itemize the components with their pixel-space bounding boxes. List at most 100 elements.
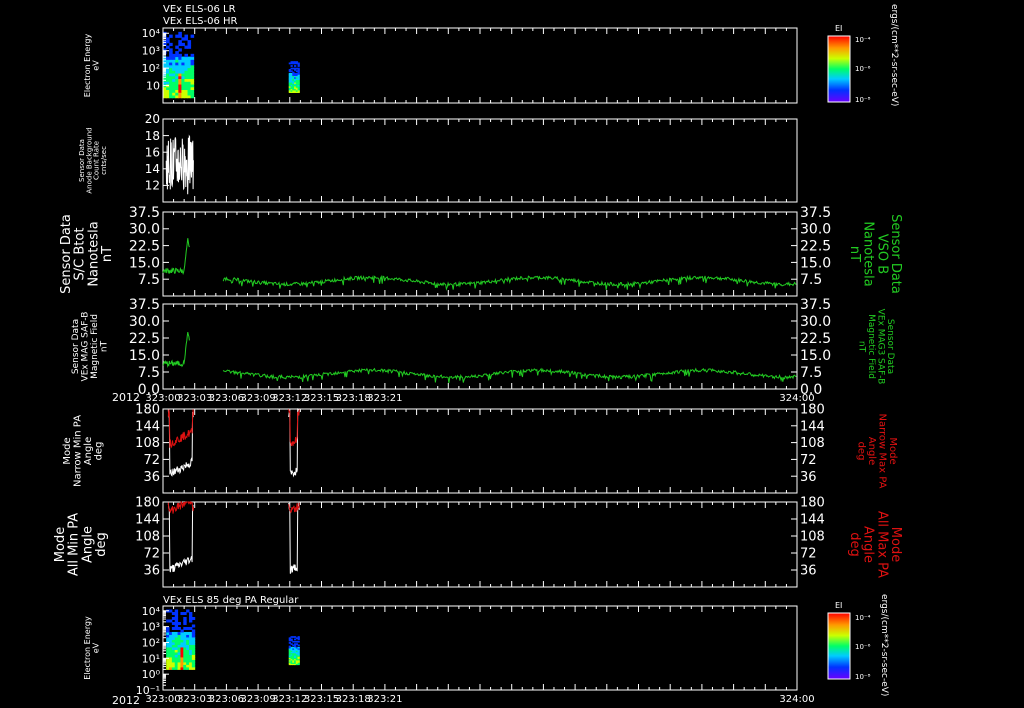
heatmap-cell [166,37,170,41]
colorbar-bottom-tick-3: 10⁻⁸ [855,673,871,681]
narrow-pa-panel: 36 3672 72108 108144 144180 180ModeNarrow Min… [62,403,899,494]
colorbar-top-unit: ergs/(cm**2-sr-sec-eV) [889,4,899,106]
x-tick-label: 323:03 [177,393,212,404]
btot-line-segment [222,367,797,384]
panel-1-ylabel-line: eV [91,60,100,71]
panel-4-y-tick-label: 7.5 [138,365,160,381]
heatmap-cell [169,42,173,47]
heatmap-cell [181,37,185,41]
heatmap-cell [177,631,181,635]
heatmap-cell [181,56,185,60]
panel-7-y-tick-label: 10³ [142,621,160,634]
panel-6-y-tick-label: 72 [143,547,160,562]
panel-2-y-tick-label: 18 [145,129,160,143]
panel-1-bg [163,28,797,103]
panel-3-y-tick-label-right: 22.5 [800,239,831,255]
panel-5-y-tick-label: 36 [143,470,160,485]
colorbar-top-scale [827,35,851,103]
heatmap-cell [184,45,189,49]
heatmap-cell [187,40,192,44]
panel-6-ylabel: ModeAll Min PAAngledeg [53,513,109,576]
all-pa-panel: 36 36 72 72 108 108 144 144 180 180 ModeAll Min PA… [53,496,903,588]
x-tick-label: 323:09 [241,393,276,404]
heatmap-cell [288,645,292,648]
panel-5-y-tick-label-right: 72 [800,453,817,468]
panel-3-y-tick-label: 7.5 [138,272,160,288]
mag3-saf-panel: 0.0 0.07.5 7.515.0 15.022.5 22.530.0 30.037.5… [71,297,895,404]
panel-6-y-tick-label-right: 144 [800,513,825,528]
panel-2-ylabel-line: cnts/sec [100,146,108,175]
panel-4-y-tick-label: 37.5 [129,297,160,313]
panel-2-y-tick-label: 16 [145,145,160,159]
x-tick-label: 323:21 [367,694,402,705]
x-tick-label: 323:00 [145,694,180,705]
panel-6-ylabel-line: deg [94,532,109,557]
min-pa-line [167,503,194,573]
heatmap-cell [294,636,297,638]
panel-6-y-tick-label: 180 [135,496,160,511]
heatmap-cell [178,40,182,44]
panel-5-ylabel: ModeNarrow Min PAAngledeg [62,415,105,487]
x-tick-label: 323:06 [209,694,244,705]
heatmap-cell [174,609,179,613]
colorbar-bottom-tick-2: 10⁻⁶ [855,643,871,651]
heatmap-cell [188,631,193,635]
heatmap-cell [187,56,192,60]
heatmap-cell [290,65,293,67]
panel-3-y-tick-label-right: 37.5 [800,205,831,221]
sc-btot-panel: 7.5 7.515.0 15.022.5 22.530.0 30.037.5 37.5Se… [59,205,903,297]
heatmap-cell [178,48,182,52]
heatmap-cell [177,621,181,625]
heatmap-cell [175,45,179,49]
colorbar-top-tick-1: 10⁻⁴ [855,36,871,44]
panel-3-y-tick-label-right: 15.0 [800,255,831,271]
panel-5-ylabel-right: ModeNarrow Max PAAngledeg [856,414,899,489]
heatmap-cell [169,631,173,635]
heatmap-cell [297,640,300,643]
colorbar-bottom: EI 10⁻⁴ 10⁻⁶ 10⁻⁸ ergs/(cm**2-sr-sec-eV) [827,594,889,696]
heatmap-cell [175,34,179,38]
panel-6-y-tick-label-right: 36 [800,564,817,579]
panel-3-y-tick-label: 22.5 [129,239,160,255]
panel-5-y-tick-label: 144 [135,419,160,434]
panel-4-y-tick-label: 15.0 [129,348,160,364]
heatmap-cell [166,619,170,623]
btot-line-segment [222,274,797,291]
panel-2-y-tick-label: 14 [145,162,160,176]
heatmap-cell [166,45,170,49]
panel-5-ylabel-line: Narrow Min PA [73,415,84,487]
heatmap-cell [190,34,195,38]
els-85deg-spectrogram-panel: 10⁻¹10⁰10¹10²10³10⁴Electron EnergyeV323:… [83,605,815,705]
panel-4-y-tick-label-right: 37.5 [800,297,831,313]
heatmap-cell [177,626,181,630]
title-line-2: VEx ELS-06 HR [163,16,238,27]
panel-6-y-tick-label: 36 [143,564,160,579]
x-tick-label: 323:18 [336,694,371,705]
panel-7-y-tick-label: 10⁴ [142,605,161,618]
anode-background-panel: 12 14 16 18 20 Sensor DataAnode BackgroundCou… [78,112,798,203]
panel-6-y-tick-label-right: 108 [800,530,825,545]
btot-line-segment [162,332,190,368]
panel-5-ylabel-line: deg [94,442,105,461]
panel-7-ylabel-line: eV [91,642,100,653]
panel-1-y-tick-label: 10 [146,80,160,93]
panel7-title: VEx ELS 85 deg PA Regular [163,595,299,606]
title-line-1: VEx ELS-06 LR [163,4,236,15]
max-pa-line [167,500,195,514]
heatmap-cell [297,67,300,70]
min-pa-line [288,502,300,574]
panel-1-y-tick-label: 10² [142,62,160,75]
panel-6-ylabel-right-line: deg [847,532,862,557]
panel-3-ylabel: Sensor DataS/C BtotNanoteslanT [59,214,115,294]
panel-4-y-tick-label-right: 15.0 [800,348,831,364]
panel-2-y-tick-label: 12 [145,179,160,193]
panel-6-y-tick-label-right: 72 [800,547,817,562]
panel-7-frame [162,605,798,691]
heatmap-cell [183,631,187,635]
heatmap-cell [183,612,187,616]
panel-5-y-tick-label-right: 180 [800,403,825,418]
panel-4-y-tick-label-right: 30.0 [800,314,831,330]
heatmap-cell [183,626,187,630]
panel-7-y-tick-label: 10² [142,636,160,649]
panel-4-ylabel: Sensor DataVEx MAG SAF-BMagnetic FieldnT [71,312,109,382]
